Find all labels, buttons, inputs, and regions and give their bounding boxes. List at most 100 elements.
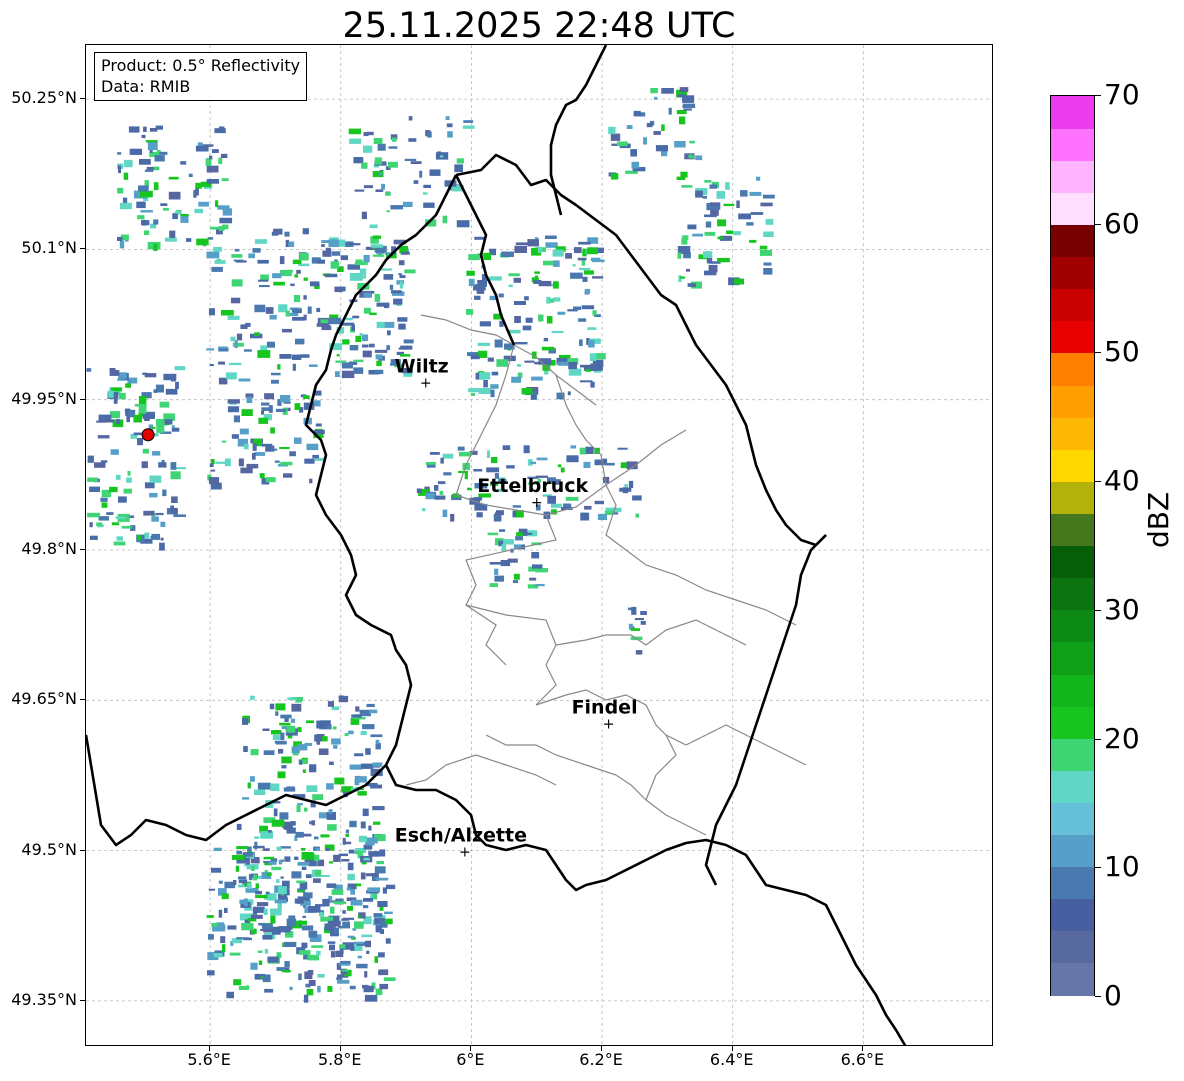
echo-pixel — [330, 261, 340, 269]
product-label: Product: 0.5° Reflectivity — [101, 56, 301, 75]
echo-pixel — [260, 274, 269, 281]
echo-pixel — [494, 339, 503, 348]
echo-pixel — [376, 861, 384, 865]
echo-pixel — [355, 776, 367, 783]
echo-pixel — [316, 307, 321, 313]
echo-pixel — [160, 203, 168, 206]
echo-pixel — [383, 274, 394, 280]
echo-pixel — [398, 260, 405, 266]
echo-pixel — [427, 131, 432, 138]
echo-pixel — [327, 986, 333, 992]
echo-pixel — [198, 201, 209, 207]
echo-pixel — [206, 251, 220, 259]
echo-pixel — [209, 155, 213, 160]
echo-pixel — [137, 534, 141, 541]
colorbar-segment — [1051, 673, 1094, 707]
city-markers: +Wiltz+Ettelbruck+Findel+Esch/Alzette — [395, 356, 638, 861]
echo-pixel — [545, 235, 557, 239]
echo-pixel — [298, 950, 311, 955]
echo-pixel — [679, 87, 689, 93]
echo-pixel — [207, 970, 215, 976]
echo-pixel — [117, 187, 124, 194]
colorbar-segment — [1051, 192, 1094, 226]
echo-pixel — [610, 173, 619, 180]
echo-pixel — [368, 709, 378, 714]
echo-pixel — [279, 812, 289, 820]
echo-pixel — [264, 988, 274, 993]
echo-pixel — [98, 516, 109, 521]
echo-pixel — [283, 787, 296, 792]
echo-pixel — [314, 869, 322, 876]
echo-pixel — [304, 458, 315, 464]
echo-pixel — [725, 182, 730, 190]
echo-pixel — [236, 937, 250, 940]
echo-pixel — [170, 462, 177, 470]
echo-pixel — [305, 874, 312, 879]
echo-pixel — [356, 963, 368, 969]
echo-pixel — [241, 922, 254, 931]
echo-pixel — [186, 238, 192, 242]
echo-pixel — [260, 928, 271, 931]
echo-pixel — [238, 879, 248, 884]
echo-pixel — [240, 324, 248, 329]
echo-pixel — [292, 363, 296, 371]
echo-pixel — [153, 389, 158, 393]
echo-pixel — [500, 560, 511, 567]
lon-tick-mark — [209, 1046, 211, 1051]
echo-pixel — [175, 381, 179, 389]
echo-pixel — [289, 986, 293, 991]
echo-pixel — [508, 273, 520, 277]
echo-pixel — [301, 852, 314, 860]
echo-pixel — [257, 950, 263, 953]
echo-pixel — [270, 730, 282, 735]
echo-pixel — [568, 362, 577, 370]
echo-pixel — [399, 281, 404, 289]
echo-pixel — [331, 923, 340, 927]
echo-pixel — [362, 724, 375, 730]
echo-pixel — [535, 584, 545, 587]
radar-map[interactable]: + Wiltz + Ettelbruck + Findel + Esch/Alzette — [85, 44, 993, 1046]
echo-pixel — [309, 364, 318, 367]
echo-pixel — [302, 915, 306, 918]
echo-pixel — [218, 909, 223, 918]
echo-pixel — [368, 851, 380, 856]
echo-pixel — [372, 235, 381, 239]
echo-pixel — [110, 449, 119, 455]
echo-pixel — [347, 935, 355, 939]
echo-pixel — [162, 489, 167, 497]
echo-pixel — [140, 190, 153, 198]
echo-pixel — [537, 246, 543, 253]
colorbar-tick-mark — [1095, 95, 1101, 96]
echo-pixel — [388, 146, 398, 149]
echo-pixel — [320, 834, 330, 838]
echo-pixel — [347, 906, 353, 911]
echo-pixel — [117, 378, 126, 381]
echo-pixel — [280, 714, 292, 719]
echo-pixel — [676, 110, 687, 115]
echo-pixel — [288, 915, 296, 919]
echo-pixel — [338, 695, 345, 699]
echo-pixel — [221, 944, 226, 953]
echo-pixel — [366, 131, 374, 136]
echo-pixel — [291, 746, 300, 754]
echo-pixel — [273, 281, 285, 286]
echo-pixel — [398, 323, 406, 330]
echo-pixel — [633, 110, 641, 117]
reflectivity-echoes — [86, 87, 775, 1003]
echo-pixel — [341, 370, 355, 379]
echo-pixel — [309, 764, 317, 773]
echo-pixel — [314, 854, 320, 862]
echo-pixel — [738, 213, 751, 220]
echo-pixel — [262, 848, 270, 851]
echo-pixel — [294, 403, 301, 410]
echo-pixel — [151, 533, 160, 540]
echo-pixel — [375, 739, 380, 744]
colorbar-tick-mark — [1095, 609, 1101, 611]
echo-pixel — [511, 376, 522, 383]
echo-pixel — [240, 467, 253, 474]
echo-pixel — [457, 446, 465, 451]
lat-tick-label: 49.65°N — [11, 689, 77, 709]
echo-pixel — [319, 720, 331, 726]
echo-pixel — [299, 354, 310, 358]
echo-pixel — [384, 911, 393, 915]
